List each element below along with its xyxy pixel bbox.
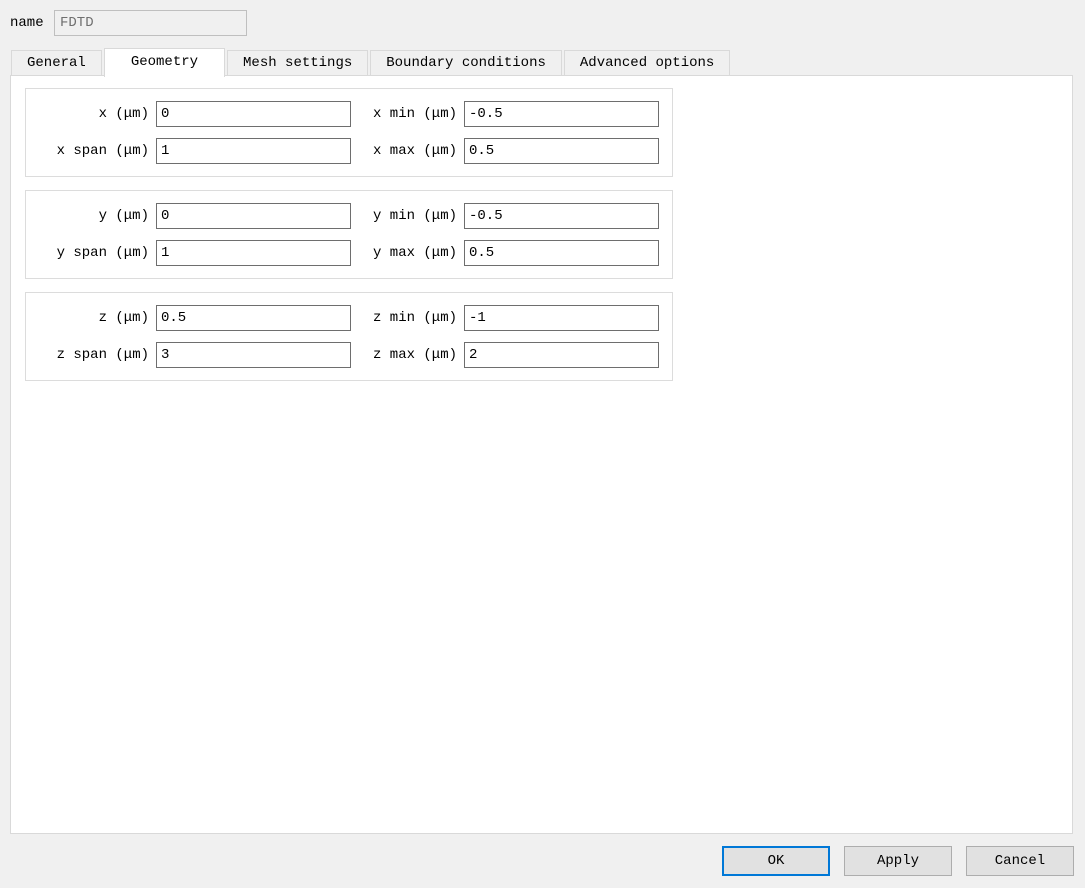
y-input[interactable]: [156, 203, 351, 229]
tab-advanced-options[interactable]: Advanced options: [563, 50, 731, 76]
z-span-input[interactable]: [156, 342, 351, 368]
z-max-input[interactable]: [464, 342, 659, 368]
y-label: y (μm): [98, 208, 149, 224]
apply-button[interactable]: Apply: [844, 846, 952, 876]
x-input[interactable]: [156, 101, 351, 127]
ok-button[interactable]: OK: [722, 846, 830, 876]
x-min-input[interactable]: [464, 101, 659, 127]
tab-geometry[interactable]: Geometry: [103, 48, 226, 77]
geometry-tab-panel: x (μm) x min (μm) x span (μm) x max (μm)…: [10, 75, 1073, 834]
x-label: x (μm): [98, 106, 149, 122]
z-max-label: z max (μm): [372, 347, 457, 363]
x-span-input[interactable]: [156, 138, 351, 164]
name-input[interactable]: [54, 10, 247, 36]
tab-bar: General Geometry Mesh settings Boundary …: [11, 47, 732, 77]
z-label: z (μm): [98, 310, 149, 326]
y-span-input[interactable]: [156, 240, 351, 266]
y-geometry-group: y (μm) y min (μm) y span (μm) y max (μm): [25, 190, 673, 279]
y-min-input[interactable]: [464, 203, 659, 229]
z-min-input[interactable]: [464, 305, 659, 331]
x-geometry-group: x (μm) x min (μm) x span (μm) x max (μm): [25, 88, 673, 177]
tab-boundary-conditions[interactable]: Boundary conditions: [370, 50, 562, 76]
fdtd-properties-dialog: { "colors": { "window_bg": "#f0f0f0", "p…: [0, 0, 1085, 888]
cancel-button[interactable]: Cancel: [966, 846, 1074, 876]
x-span-label: x span (μm): [56, 143, 149, 159]
z-min-label: z min (μm): [372, 310, 457, 326]
z-geometry-group: z (μm) z min (μm) z span (μm) z max (μm): [25, 292, 673, 381]
x-max-label: x max (μm): [372, 143, 457, 159]
y-max-label: y max (μm): [372, 245, 457, 261]
x-max-input[interactable]: [464, 138, 659, 164]
z-span-label: z span (μm): [56, 347, 149, 363]
tab-general[interactable]: General: [11, 50, 102, 76]
x-min-label: x min (μm): [372, 106, 457, 122]
y-min-label: y min (μm): [372, 208, 457, 224]
z-input[interactable]: [156, 305, 351, 331]
y-span-label: y span (μm): [56, 245, 149, 261]
y-max-input[interactable]: [464, 240, 659, 266]
tab-mesh-settings[interactable]: Mesh settings: [227, 50, 369, 76]
name-row: name: [10, 10, 247, 36]
name-field-label: name: [10, 15, 44, 31]
